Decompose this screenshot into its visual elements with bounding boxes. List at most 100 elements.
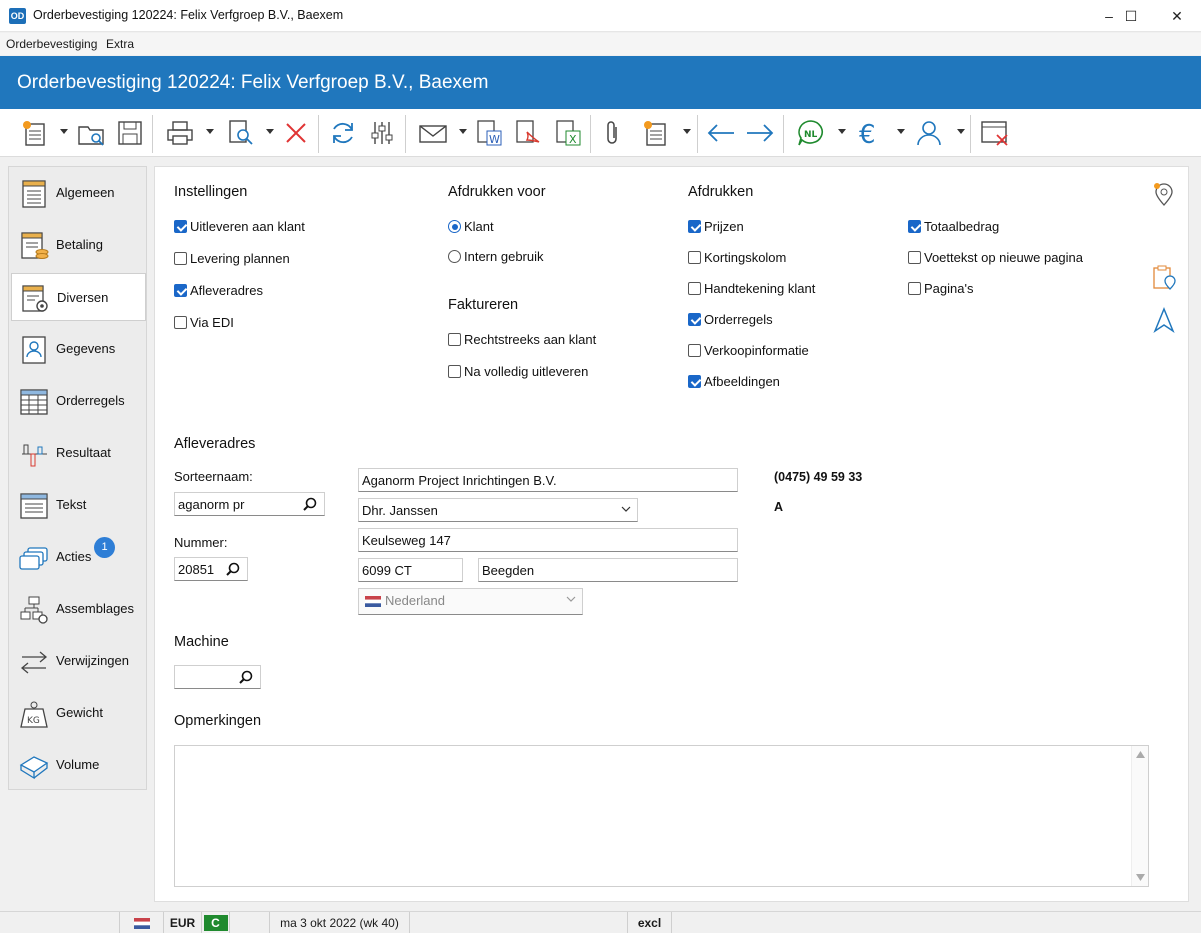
swap-arrows-icon bbox=[20, 651, 48, 674]
notification-badge: 1 bbox=[94, 537, 115, 558]
postcode-input[interactable]: 6099 CT bbox=[358, 558, 463, 582]
sidebar-item-gewicht[interactable]: KG Gewicht bbox=[11, 689, 146, 737]
menu-orderbevestiging[interactable]: Orderbevestiging bbox=[6, 37, 97, 51]
attachment-icon[interactable] bbox=[596, 116, 630, 150]
checkbox-box[interactable] bbox=[448, 333, 461, 346]
search-icon[interactable] bbox=[303, 497, 317, 511]
checkbox-box[interactable] bbox=[688, 220, 701, 233]
contact-select[interactable]: Dhr. Janssen bbox=[358, 498, 638, 522]
nummer-input[interactable]: 20851 bbox=[174, 557, 248, 581]
sidebar-item-volume[interactable]: Volume bbox=[11, 741, 146, 789]
sidebar-item-acties[interactable]: Acties 1 bbox=[11, 533, 146, 581]
open-folder-search-icon[interactable] bbox=[74, 116, 108, 150]
checkbox-afbeeldingen[interactable]: Afbeeldingen bbox=[688, 374, 780, 389]
checkbox-kortingskolom[interactable]: Kortingskolom bbox=[688, 250, 786, 265]
checkbox-label: Orderregels bbox=[704, 312, 773, 327]
sidebar-item-assemblages[interactable]: Assemblages bbox=[11, 585, 146, 633]
settings-sliders-icon[interactable] bbox=[365, 116, 399, 150]
radio-intern-gebruik[interactable]: Intern gebruik bbox=[448, 249, 544, 264]
scroll-down-icon[interactable] bbox=[1136, 874, 1145, 881]
currency-icon[interactable]: € bbox=[852, 116, 886, 150]
checkbox-label: Handtekening klant bbox=[704, 281, 816, 296]
checkbox-box[interactable] bbox=[688, 344, 701, 357]
close-button[interactable]: ✕ bbox=[1154, 0, 1200, 32]
checkbox-na-volledig-uitleveren[interactable]: Na volledig uitleveren bbox=[448, 364, 588, 379]
export-word-icon[interactable]: W bbox=[472, 116, 506, 150]
checkbox-box[interactable] bbox=[688, 375, 701, 388]
country-value: Nederland bbox=[385, 593, 445, 608]
sidebar-item-verwijzingen[interactable]: Verwijzingen bbox=[11, 637, 146, 685]
checkbox-box[interactable] bbox=[688, 313, 701, 326]
nummer-label: Nummer: bbox=[174, 535, 228, 550]
user-icon[interactable] bbox=[912, 116, 946, 150]
sidebar-item-tekst[interactable]: Tekst bbox=[11, 481, 146, 529]
vertical-scrollbar[interactable] bbox=[1131, 746, 1148, 886]
sidebar-item-algemeen[interactable]: Algemeen bbox=[11, 169, 146, 217]
export-pdf-icon[interactable] bbox=[511, 116, 545, 150]
search-icon[interactable] bbox=[226, 562, 240, 576]
radio-dot[interactable] bbox=[448, 250, 461, 263]
checkbox-handtekening-klant[interactable]: Handtekening klant bbox=[688, 281, 815, 296]
back-arrow-icon[interactable] bbox=[704, 116, 738, 150]
checkbox-via-edi[interactable]: Via EDI bbox=[174, 315, 234, 330]
refresh-icon[interactable] bbox=[326, 116, 360, 150]
checkbox-box[interactable] bbox=[174, 220, 187, 233]
sidebar-item-gegevens[interactable]: Gegevens bbox=[11, 325, 146, 373]
new-item-icon[interactable] bbox=[639, 116, 673, 150]
close-window-icon[interactable] bbox=[978, 116, 1012, 150]
language-icon[interactable]: NL bbox=[794, 116, 828, 150]
radio-klant[interactable]: Klant bbox=[448, 219, 494, 234]
checkbox-afleveradres[interactable]: Afleveradres bbox=[174, 283, 263, 298]
checkbox-voettekst-op-nieuwe-pagina[interactable]: Voettekst op nieuwe pagina bbox=[908, 250, 1083, 265]
checkbox-box[interactable] bbox=[908, 282, 921, 295]
sidebar-item-label: Orderregels bbox=[56, 393, 125, 408]
checkbox-prijzen[interactable]: Prijzen bbox=[688, 219, 744, 234]
print-preview-icon[interactable] bbox=[224, 116, 258, 150]
scroll-up-icon[interactable] bbox=[1136, 751, 1145, 758]
sidebar-item-orderregels[interactable]: Orderregels bbox=[11, 377, 146, 425]
forward-arrow-icon[interactable] bbox=[743, 116, 777, 150]
page-title: Orderbevestiging 120224: Felix Verfgroep… bbox=[17, 72, 489, 93]
city-input[interactable]: Beegden bbox=[478, 558, 738, 582]
sidebar-item-label: Verwijzingen bbox=[56, 653, 129, 668]
email-icon[interactable] bbox=[416, 116, 450, 150]
checkbox-uitleveren-aan-klant[interactable]: Uitleveren aan klant bbox=[174, 219, 305, 234]
checkbox-orderregels[interactable]: Orderregels bbox=[688, 312, 773, 327]
machine-input[interactable] bbox=[174, 665, 261, 689]
checkbox-box[interactable] bbox=[448, 365, 461, 378]
checkbox-box[interactable] bbox=[908, 251, 921, 264]
checkbox-totaalbedrag[interactable]: Totaalbedrag bbox=[908, 219, 999, 234]
new-document-icon[interactable] bbox=[18, 116, 52, 150]
checkbox-levering-plannen[interactable]: Levering plannen bbox=[174, 251, 290, 266]
clipboard-location-icon[interactable] bbox=[1151, 264, 1177, 290]
sidebar-item-betaling[interactable]: Betaling bbox=[11, 221, 146, 269]
language-label: NL bbox=[804, 130, 818, 140]
sidebar-item-diversen[interactable]: Diversen bbox=[11, 273, 146, 321]
checkbox-rechtstreeks-aan-klant[interactable]: Rechtstreeks aan klant bbox=[448, 332, 596, 347]
radio-dot[interactable] bbox=[448, 220, 461, 233]
checkbox-box[interactable] bbox=[174, 284, 187, 297]
sidebar-item-resultaat[interactable]: Resultaat bbox=[11, 429, 146, 477]
company-name-input[interactable]: Aganorm Project Inrichtingen B.V. bbox=[358, 468, 738, 492]
street-input[interactable]: Keulseweg 147 bbox=[358, 528, 738, 552]
checkbox-box[interactable] bbox=[174, 252, 187, 265]
navigation-arrow-icon[interactable] bbox=[1151, 307, 1177, 333]
country-select[interactable]: Nederland bbox=[358, 588, 583, 615]
sorteernaam-input[interactable]: aganorm pr bbox=[174, 492, 325, 516]
checkbox-paginas[interactable]: Pagina's bbox=[908, 281, 973, 296]
map-location-icon[interactable] bbox=[1151, 181, 1177, 207]
export-excel-icon[interactable]: X bbox=[551, 116, 585, 150]
maximize-button[interactable]: ☐ bbox=[1108, 0, 1154, 32]
menu-extra[interactable]: Extra bbox=[106, 37, 134, 51]
delete-icon[interactable] bbox=[279, 116, 313, 150]
search-icon[interactable] bbox=[239, 670, 253, 684]
checkbox-box[interactable] bbox=[688, 282, 701, 295]
opmerkingen-textarea[interactable] bbox=[174, 745, 1149, 887]
checkbox-box[interactable] bbox=[174, 316, 187, 329]
checkbox-box[interactable] bbox=[908, 220, 921, 233]
checkbox-box[interactable] bbox=[688, 251, 701, 264]
sidebar-item-label: Assemblages bbox=[56, 601, 135, 616]
save-icon[interactable] bbox=[113, 116, 147, 150]
checkbox-verkoopinformatie[interactable]: Verkoopinformatie bbox=[688, 343, 809, 358]
print-icon[interactable] bbox=[163, 116, 197, 150]
